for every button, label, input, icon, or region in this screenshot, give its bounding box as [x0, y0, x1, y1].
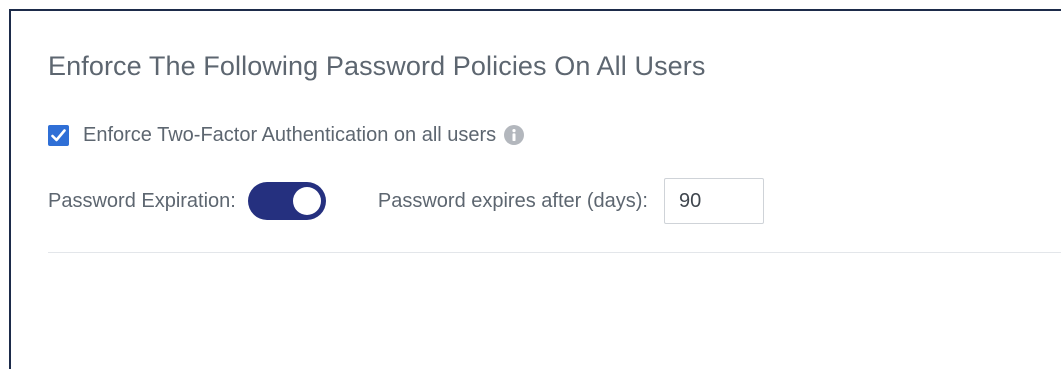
checkmark-icon	[51, 128, 66, 141]
panel-title: Enforce The Following Password Policies …	[48, 51, 706, 81]
two-factor-checkbox[interactable]	[48, 124, 69, 146]
two-factor-row: Enforce Two-Factor Authentication on all…	[48, 122, 525, 148]
info-icon[interactable]	[504, 125, 525, 145]
two-factor-label[interactable]: Enforce Two-Factor Authentication on all…	[83, 124, 496, 147]
password-expiration-toggle[interactable]	[247, 182, 326, 220]
expires-after-days-label: Password expires after (days):	[377, 189, 648, 212]
password-expiration-row: Password Expiration: Password expires af…	[48, 176, 764, 226]
policy-panel: Enforce The Following Password Policies …	[9, 9, 1061, 369]
expiration-days-input[interactable]	[663, 178, 764, 224]
section-divider	[48, 252, 1061, 253]
password-expiration-label: Password Expiration:	[48, 189, 236, 212]
toggle-knob	[292, 187, 321, 215]
